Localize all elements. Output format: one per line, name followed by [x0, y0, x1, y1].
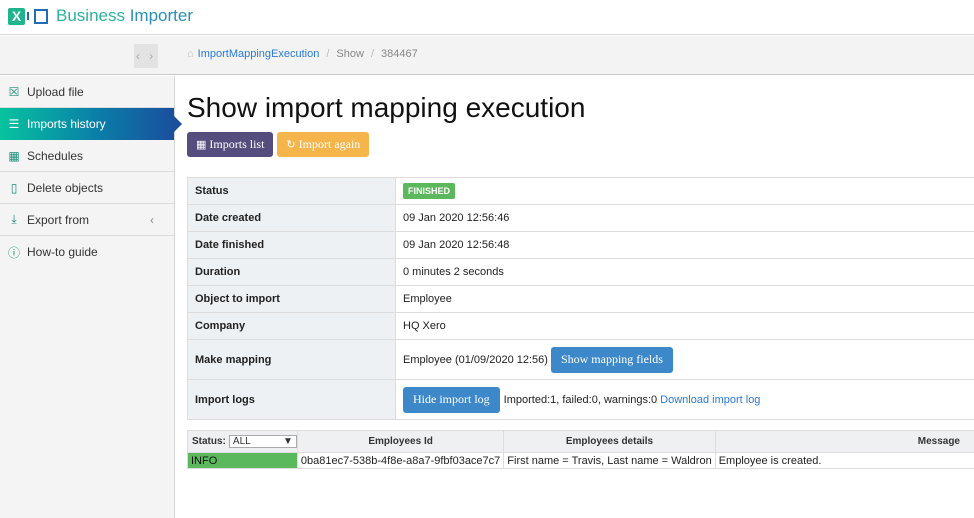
- detail-row-mapping: Make mapping Employee (01/09/2020 12:56)…: [187, 339, 974, 380]
- sidebar: ☒ Upload file ☰ Imports history ▦ Schedu…: [0, 76, 182, 518]
- logo-arrow-icon: [27, 12, 33, 20]
- log-status-cell: INFO: [187, 452, 298, 469]
- refresh-icon: ↻: [286, 138, 296, 151]
- import-again-button[interactable]: ↻ Import again: [277, 132, 370, 157]
- detail-value: FINISHED: [395, 177, 974, 205]
- detail-label: Duration: [187, 258, 396, 286]
- table-icon: ▦: [196, 138, 207, 151]
- download-import-log-link[interactable]: Download import log: [660, 394, 760, 406]
- detail-value: 09 Jan 2020 12:56:48: [395, 231, 974, 259]
- calendar-icon: ▦: [8, 148, 20, 163]
- detail-label: Status: [187, 177, 396, 205]
- main-content: Show import mapping execution ▦ Imports l…: [187, 76, 974, 469]
- download-icon: ⤓: [11, 212, 17, 226]
- sidebar-item-upload-file[interactable]: ☒ Upload file: [0, 76, 174, 108]
- detail-value: Employee: [395, 285, 974, 313]
- sidebar-item-label: Delete objects: [27, 180, 104, 195]
- info-icon: ⓘ: [7, 245, 20, 260]
- detail-label: Import logs: [187, 379, 396, 420]
- sidebar-item-how-to-guide[interactable]: ⓘ How-to guide: [0, 236, 174, 268]
- detail-label: Date finished: [187, 231, 396, 259]
- detail-row-object: Object to import Employee: [187, 285, 974, 313]
- sidebar-item-label: How-to guide: [27, 245, 98, 259]
- page-title: Show import mapping execution: [187, 92, 586, 123]
- detail-value: 09 Jan 2020 12:56:46: [395, 204, 974, 232]
- log-details-cell: First name = Travis, Last name = Waldron: [503, 452, 716, 469]
- app-title-part2: Importer: [129, 6, 193, 25]
- breadcrumb-separator: /: [370, 48, 374, 60]
- sidebar-item-imports-history[interactable]: ☰ Imports history: [0, 108, 182, 140]
- breadcrumb-separator: /: [326, 48, 330, 60]
- sidebar-item-label: Imports history: [27, 117, 106, 131]
- mapping-value: Employee (01/09/2020 12:56): [403, 353, 548, 366]
- detail-row-date-created: Date created 09 Jan 2020 12:56:46: [187, 204, 974, 232]
- app-title-part1: Business: [56, 6, 130, 25]
- app-logo[interactable]: X Business Importer: [8, 6, 193, 26]
- detail-value: 0 minutes 2 seconds: [395, 258, 974, 286]
- excel-logo-icon: X: [8, 7, 25, 25]
- log-header-row: Status: ALL ▼ Employees Id Employees det…: [187, 430, 974, 453]
- dropdown-arrow-icon: ▼: [283, 436, 293, 447]
- import-log-table: Status: ALL ▼ Employees Id Employees det…: [187, 430, 974, 469]
- log-message-cell: Employee is created.: [714, 452, 974, 469]
- column-header[interactable]: Employees Id: [296, 430, 505, 453]
- sidebar-item-label: Schedules: [27, 148, 84, 163]
- imports-list-button[interactable]: ▦ Imports list: [187, 132, 274, 157]
- detail-value: HQ Xero: [395, 312, 974, 340]
- app-title: Business Importer: [56, 6, 193, 26]
- status-badge: FINISHED: [403, 183, 456, 199]
- top-bar: X Business Importer: [0, 0, 974, 35]
- trash-icon: ▯: [10, 180, 18, 195]
- detail-row-status: Status FINISHED: [187, 177, 974, 205]
- column-header[interactable]: Message: [714, 430, 974, 453]
- detail-value: Hide import log Imported:1, failed:0, wa…: [395, 379, 974, 420]
- detail-label: Make mapping: [187, 339, 396, 380]
- list-icon: ☰: [8, 117, 20, 131]
- hide-import-log-button[interactable]: Hide import log: [403, 386, 500, 413]
- chevron-left-icon: ‹: [150, 212, 154, 227]
- detail-row-import-logs: Import logs Hide import log Imported:1, …: [187, 379, 974, 420]
- status-filter-label: Status:: [192, 436, 226, 447]
- detail-row-company: Company HQ Xero: [187, 312, 974, 340]
- breadcrumb: ⌂ ImportMappingExecution / Show / 384467: [187, 48, 418, 60]
- status-filter-header: Status: ALL ▼: [187, 430, 298, 453]
- sidebar-item-label: Export from: [27, 212, 90, 227]
- detail-label: Object to import: [187, 285, 396, 313]
- import-again-label: Import again: [298, 137, 361, 151]
- table-row: INFO 0ba81ec7-538b-4f8e-a8a7-9fbf03ace7c…: [187, 452, 974, 469]
- sidebar-item-export-from[interactable]: ⤓ Export from ‹: [0, 204, 174, 236]
- imports-list-label: Imports list: [209, 137, 265, 151]
- detail-row-date-finished: Date finished 09 Jan 2020 12:56:48: [187, 231, 974, 259]
- breadcrumb-id: 384467: [381, 48, 418, 60]
- detail-label: Date created: [187, 204, 396, 232]
- detail-value: Employee (01/09/2020 12:56) Show mapping…: [395, 339, 974, 380]
- sidebar-item-label: Upload file: [27, 84, 84, 99]
- detail-row-duration: Duration 0 minutes 2 seconds: [187, 258, 974, 286]
- action-buttons: ▦ Imports list ↻ Import again: [187, 132, 974, 157]
- excel-file-icon: ☒: [8, 84, 20, 99]
- sidebar-item-schedules[interactable]: ▦ Schedules: [0, 140, 174, 172]
- sub-bar: ‹ › ⌂ ImportMappingExecution / Show / 38…: [0, 36, 974, 75]
- chevron-left-right-icon: ‹ ›: [135, 49, 157, 63]
- sidebar-item-delete-objects[interactable]: ▯ Delete objects: [0, 172, 174, 204]
- import-summary: Imported:1, failed:0, warnings:0: [503, 393, 658, 406]
- detail-label: Company: [187, 312, 396, 340]
- status-filter-select[interactable]: ALL ▼: [228, 435, 297, 448]
- home-icon[interactable]: ⌂: [187, 48, 194, 60]
- column-header[interactable]: Employees details: [503, 430, 716, 453]
- details-table: Status FINISHED Date created 09 Jan 2020…: [187, 177, 974, 420]
- show-mapping-fields-button[interactable]: Show mapping fields: [550, 346, 673, 373]
- breadcrumb-link-importmappingexecution[interactable]: ImportMappingExecution: [198, 48, 320, 60]
- log-id-cell: 0ba81ec7-538b-4f8e-a8a7-9fbf03ace7c7: [296, 452, 505, 469]
- sidebar-toggle-button[interactable]: ‹ ›: [134, 44, 158, 68]
- status-filter-value: ALL: [232, 436, 251, 447]
- breadcrumb-show: Show: [336, 48, 364, 60]
- logo-box-icon: [34, 8, 48, 24]
